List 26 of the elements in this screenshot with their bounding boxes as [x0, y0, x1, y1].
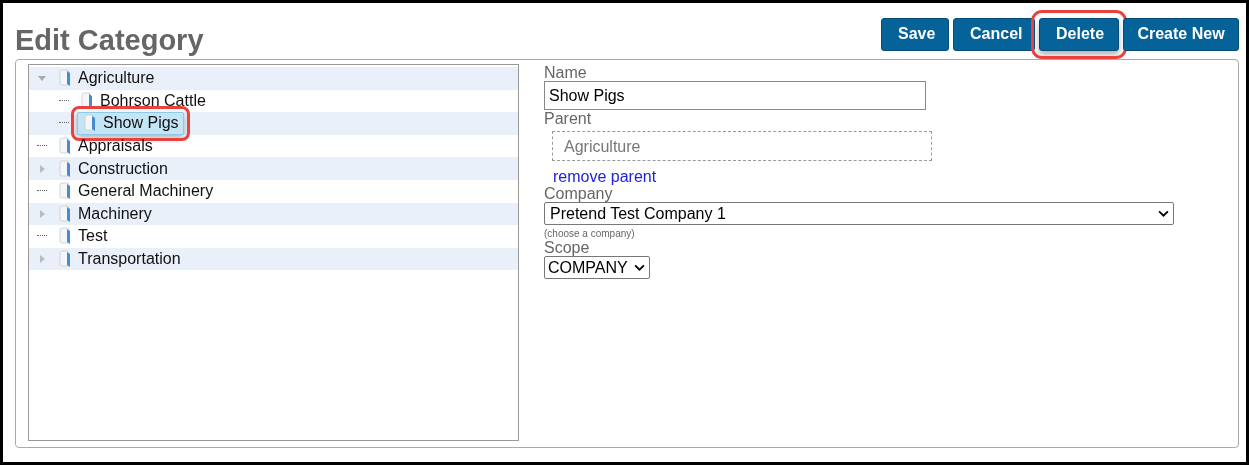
- name-field[interactable]: Show Pigs: [544, 81, 926, 110]
- action-button[interactable]: Create New: [1123, 17, 1239, 51]
- field-hint: (choose a company): [544, 228, 635, 239]
- field-label: Scope: [544, 239, 590, 256]
- field-label: Name: [544, 64, 587, 81]
- scope-select[interactable]: COMPANY: [544, 256, 650, 279]
- chevron-down-icon: [634, 264, 645, 271]
- chevron-down-icon: [1158, 210, 1169, 217]
- folder-icon: [58, 137, 72, 156]
- tree-node[interactable]: General Machinery: [55, 180, 221, 203]
- company-select[interactable]: Pretend Test Company 1: [544, 202, 1174, 225]
- folder-icon: [58, 227, 72, 246]
- tree-node[interactable]: Test: [55, 225, 115, 248]
- parent-field[interactable]: Agriculture: [552, 131, 932, 161]
- action-button[interactable]: Save: [881, 17, 949, 51]
- action-button[interactable]: Cancel: [953, 17, 1035, 51]
- field-label: Company: [544, 185, 613, 202]
- folder-icon: [83, 114, 97, 133]
- tree-node[interactable]: Appraisals: [55, 135, 160, 158]
- expander-icon[interactable]: [37, 163, 47, 174]
- field-label: Parent: [544, 110, 592, 127]
- folder-icon: [58, 182, 72, 201]
- expander-icon[interactable]: [37, 254, 47, 265]
- page-title: Edit Category: [15, 23, 204, 57]
- remove-parent-link[interactable]: remove parent: [553, 168, 657, 185]
- expander-icon[interactable]: [37, 208, 47, 219]
